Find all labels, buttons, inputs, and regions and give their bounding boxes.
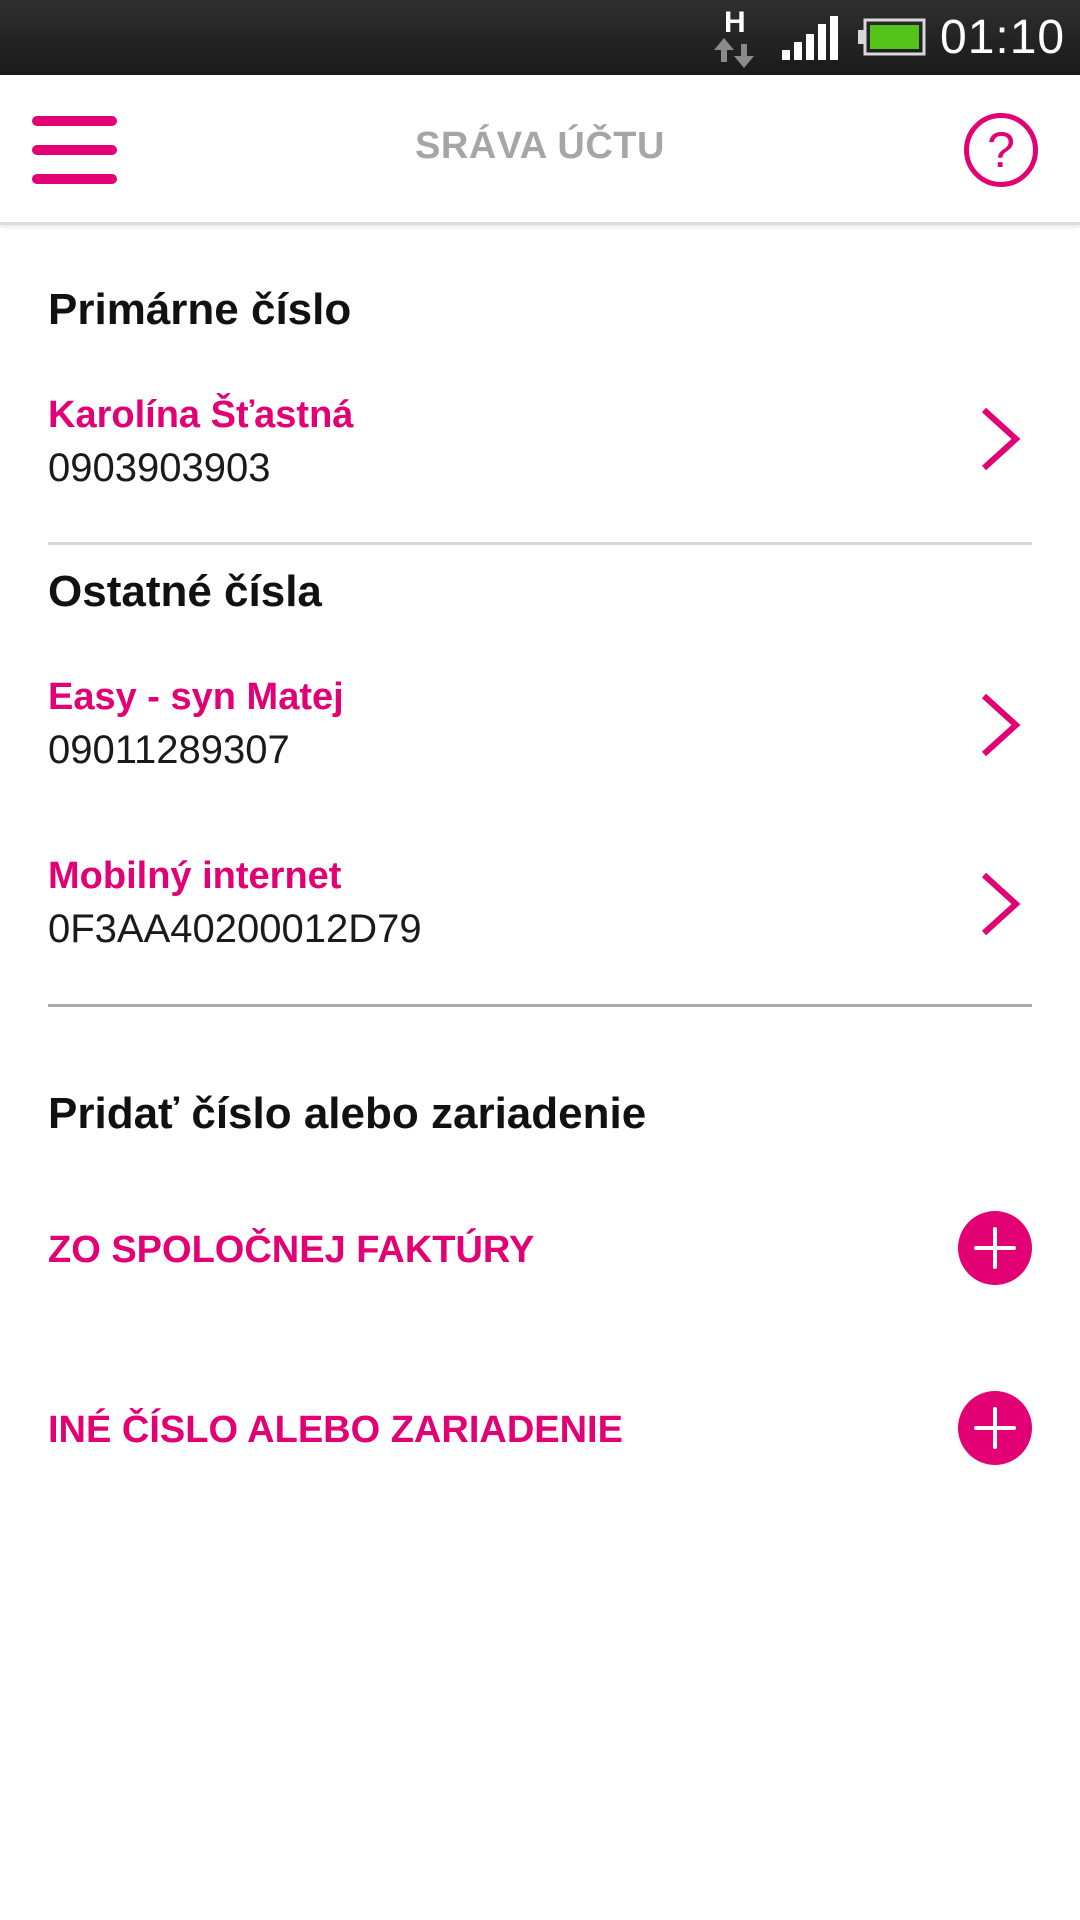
chevron-right-icon xyxy=(981,872,1021,936)
add-from-shared-invoice-button[interactable]: ZO SPOLOČNEJ FAKTÚRY xyxy=(0,1211,1080,1291)
chevron-right-icon xyxy=(981,407,1021,471)
question-mark-circle-icon[interactable]: ? xyxy=(964,113,1038,187)
primary-number-row[interactable]: Karolína Šťastná 0903903903 xyxy=(0,394,1080,504)
other-number-row[interactable]: Easy - syn Matej 09011289307 xyxy=(0,676,1080,786)
app-bar: SRÁVA ÚČTU ? xyxy=(0,75,1080,225)
signal-strength-icon xyxy=(782,16,838,60)
plus-circle-icon[interactable] xyxy=(958,1211,1032,1285)
other-contact-number: 09011289307 xyxy=(48,728,290,772)
primary-contact-name: Karolína Šťastná xyxy=(48,394,354,436)
battery-icon xyxy=(858,18,926,56)
other-contact-name: Mobilný internet xyxy=(48,855,342,897)
add-other-number-label: INÉ ČÍSLO ALEBO ZARIADENIE xyxy=(48,1409,623,1451)
primary-contact-number: 0903903903 xyxy=(48,446,271,490)
divider xyxy=(48,542,1032,545)
other-number-row[interactable]: Mobilný internet 0F3AA40200012D79 xyxy=(0,855,1080,965)
clock: 01:10 xyxy=(940,11,1066,64)
add-section-heading: Pridať číslo alebo zariadenie xyxy=(48,1089,647,1138)
add-from-shared-invoice-label: ZO SPOLOČNEJ FAKTÚRY xyxy=(48,1229,535,1271)
hamburger-menu-icon[interactable] xyxy=(32,116,117,184)
add-other-number-button[interactable]: INÉ ČÍSLO ALEBO ZARIADENIE xyxy=(0,1391,1080,1471)
page-title: SRÁVA ÚČTU xyxy=(415,125,665,167)
plus-circle-icon[interactable] xyxy=(958,1391,1032,1465)
other-contact-number: 0F3AA40200012D79 xyxy=(48,907,422,951)
chevron-right-icon xyxy=(981,693,1021,757)
other-contact-name: Easy - syn Matej xyxy=(48,676,344,718)
divider xyxy=(48,1004,1032,1007)
primary-number-heading: Primárne číslo xyxy=(48,285,352,334)
h-data-arrows-icon: H xyxy=(712,6,756,70)
status-bar: H 01:10 xyxy=(0,0,1080,75)
other-numbers-heading: Ostatné čísla xyxy=(48,567,322,616)
